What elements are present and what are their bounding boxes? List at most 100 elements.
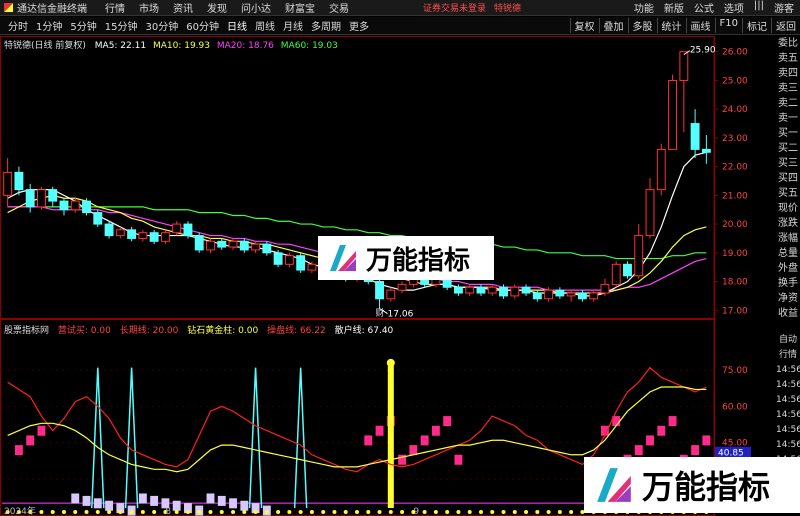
indicator-spike <box>248 367 263 509</box>
layout-bars-icon[interactable]: ||| <box>754 0 764 15</box>
indicator-block <box>454 454 463 465</box>
period-30min[interactable]: 30分钟 <box>145 18 178 33</box>
sidebar-label: 买四 <box>778 173 798 184</box>
indicator-dot <box>129 510 134 514</box>
menu-trade[interactable]: 交易 <box>329 0 349 15</box>
price-axis-label: 23.00 <box>722 134 748 144</box>
gold-bar <box>387 362 394 508</box>
gold-bar-cap <box>386 358 395 367</box>
tool-overlay[interactable]: 叠加 <box>598 18 628 33</box>
indicator-dot <box>276 510 281 514</box>
candle-body <box>589 292 599 300</box>
price-axis-label: 22.00 <box>722 163 748 173</box>
guest-account[interactable]: 游客 <box>774 0 794 15</box>
watermark-center: 万能指标 <box>318 236 494 280</box>
x-axis-label: 9 <box>413 507 419 516</box>
indicator-dot <box>478 510 483 514</box>
indicator-block <box>71 493 80 504</box>
period-5min[interactable]: 5分钟 <box>70 18 96 33</box>
candle-body <box>375 281 384 300</box>
period-daily[interactable]: 日线 <box>227 18 247 33</box>
price-axis-label: 18.00 <box>722 278 748 288</box>
sidebar-time: 14:56 <box>776 365 800 375</box>
indicator-dot <box>355 510 359 514</box>
x-axis-label: 8 <box>165 507 171 516</box>
login-status[interactable]: 证券交易未登录 <box>423 1 486 14</box>
indicator-dot <box>208 510 213 514</box>
candle-body <box>160 232 170 242</box>
indicator-axis-label: 75.00 <box>722 366 748 376</box>
indicator-dot <box>321 510 326 514</box>
menu-formula[interactable]: 公式 <box>694 0 714 15</box>
tool-mark[interactable]: 标记 <box>742 18 771 33</box>
sidebar-label: 现价 <box>778 203 798 214</box>
stock-name-link[interactable]: 特锐德 <box>494 1 521 14</box>
indicator-dot <box>95 510 100 514</box>
menu-options[interactable]: 选项 <box>724 0 744 15</box>
period-weekly[interactable]: 周线 <box>255 18 275 33</box>
menu-ask-assistant[interactable]: 问小达 <box>241 0 271 15</box>
tool-stats[interactable]: 统计 <box>656 18 686 33</box>
candle-body <box>127 229 137 239</box>
indicator-dot <box>84 510 89 514</box>
period-monthly[interactable]: 月线 <box>283 18 303 33</box>
indicator-dot <box>433 510 438 514</box>
indicator-block <box>420 435 429 446</box>
menu-functions[interactable]: 功能 <box>634 0 654 15</box>
menu-discover[interactable]: 发现 <box>207 0 227 15</box>
candle-body <box>668 79 677 150</box>
app-logo-icon <box>4 3 13 12</box>
indicator-dot <box>524 510 529 514</box>
tool-adjust[interactable]: 复权 <box>569 18 599 33</box>
period-1min[interactable]: 1分钟 <box>36 18 62 33</box>
sidebar-label: 净资 <box>778 293 798 304</box>
candle-body <box>172 223 182 234</box>
candle-body <box>14 171 24 191</box>
menu-market[interactable]: 市场 <box>139 0 159 15</box>
indicator-dot <box>343 510 348 514</box>
indicator-block <box>657 425 666 436</box>
tool-multi-stock[interactable]: 多股 <box>627 18 657 33</box>
period-more[interactable]: 更多 <box>349 18 369 33</box>
sidebar-label: 卖二 <box>778 98 798 109</box>
menu-new-version[interactable]: 新版 <box>664 0 684 15</box>
sidebar-label: 总量 <box>778 248 798 259</box>
sidebar-label: 涨幅 <box>778 233 798 244</box>
indicator-dot <box>61 510 66 514</box>
tool-f10[interactable]: F10 <box>714 18 742 33</box>
tool-draw[interactable]: 画线 <box>685 18 715 33</box>
candle-body <box>3 171 13 196</box>
candle-body <box>228 240 238 248</box>
period-15min[interactable]: 15分钟 <box>105 18 138 33</box>
period-multi[interactable]: 多周期 <box>311 18 341 33</box>
candle-body <box>183 223 193 237</box>
indicator-dot <box>445 510 450 514</box>
tool-back[interactable]: 返回 <box>771 18 800 33</box>
app-title: 通达信金融终端 <box>17 4 87 15</box>
indicator-dot <box>490 510 495 514</box>
price-axis-label: 26.00 <box>722 48 748 58</box>
candle-body <box>217 240 227 248</box>
candle-body <box>499 286 508 297</box>
candle-body <box>239 240 249 251</box>
candle-body <box>194 235 204 251</box>
sidebar-label: 买二 <box>778 143 798 154</box>
candle-body <box>611 263 621 285</box>
menu-wealth[interactable]: 财富宝 <box>285 0 315 15</box>
quote-sidebar: 委比 卖五 卖四 卖三 卖二 卖一 买一 买二 买三 买四 买五 现价 涨跌 涨幅 总量 外盘 换手 净资 收益 自动… <box>776 36 800 498</box>
candle-body <box>273 252 283 265</box>
period-intraday[interactable]: 分时 <box>8 18 28 33</box>
candle-body <box>600 283 610 294</box>
sidebar-time: 14:56 <box>776 440 800 450</box>
candle-body <box>25 189 35 208</box>
indicator-dot <box>264 510 269 514</box>
candle-body <box>476 286 486 294</box>
indicator-dot <box>557 510 562 514</box>
candle-body <box>37 189 46 208</box>
menu-market-quotes[interactable]: 行情 <box>105 0 125 15</box>
indicator-dot <box>39 510 44 514</box>
candle-body <box>510 286 520 297</box>
period-60min[interactable]: 60分钟 <box>186 18 219 33</box>
menu-news[interactable]: 资讯 <box>173 0 193 15</box>
watermark-corner-logo-icon <box>597 468 631 502</box>
